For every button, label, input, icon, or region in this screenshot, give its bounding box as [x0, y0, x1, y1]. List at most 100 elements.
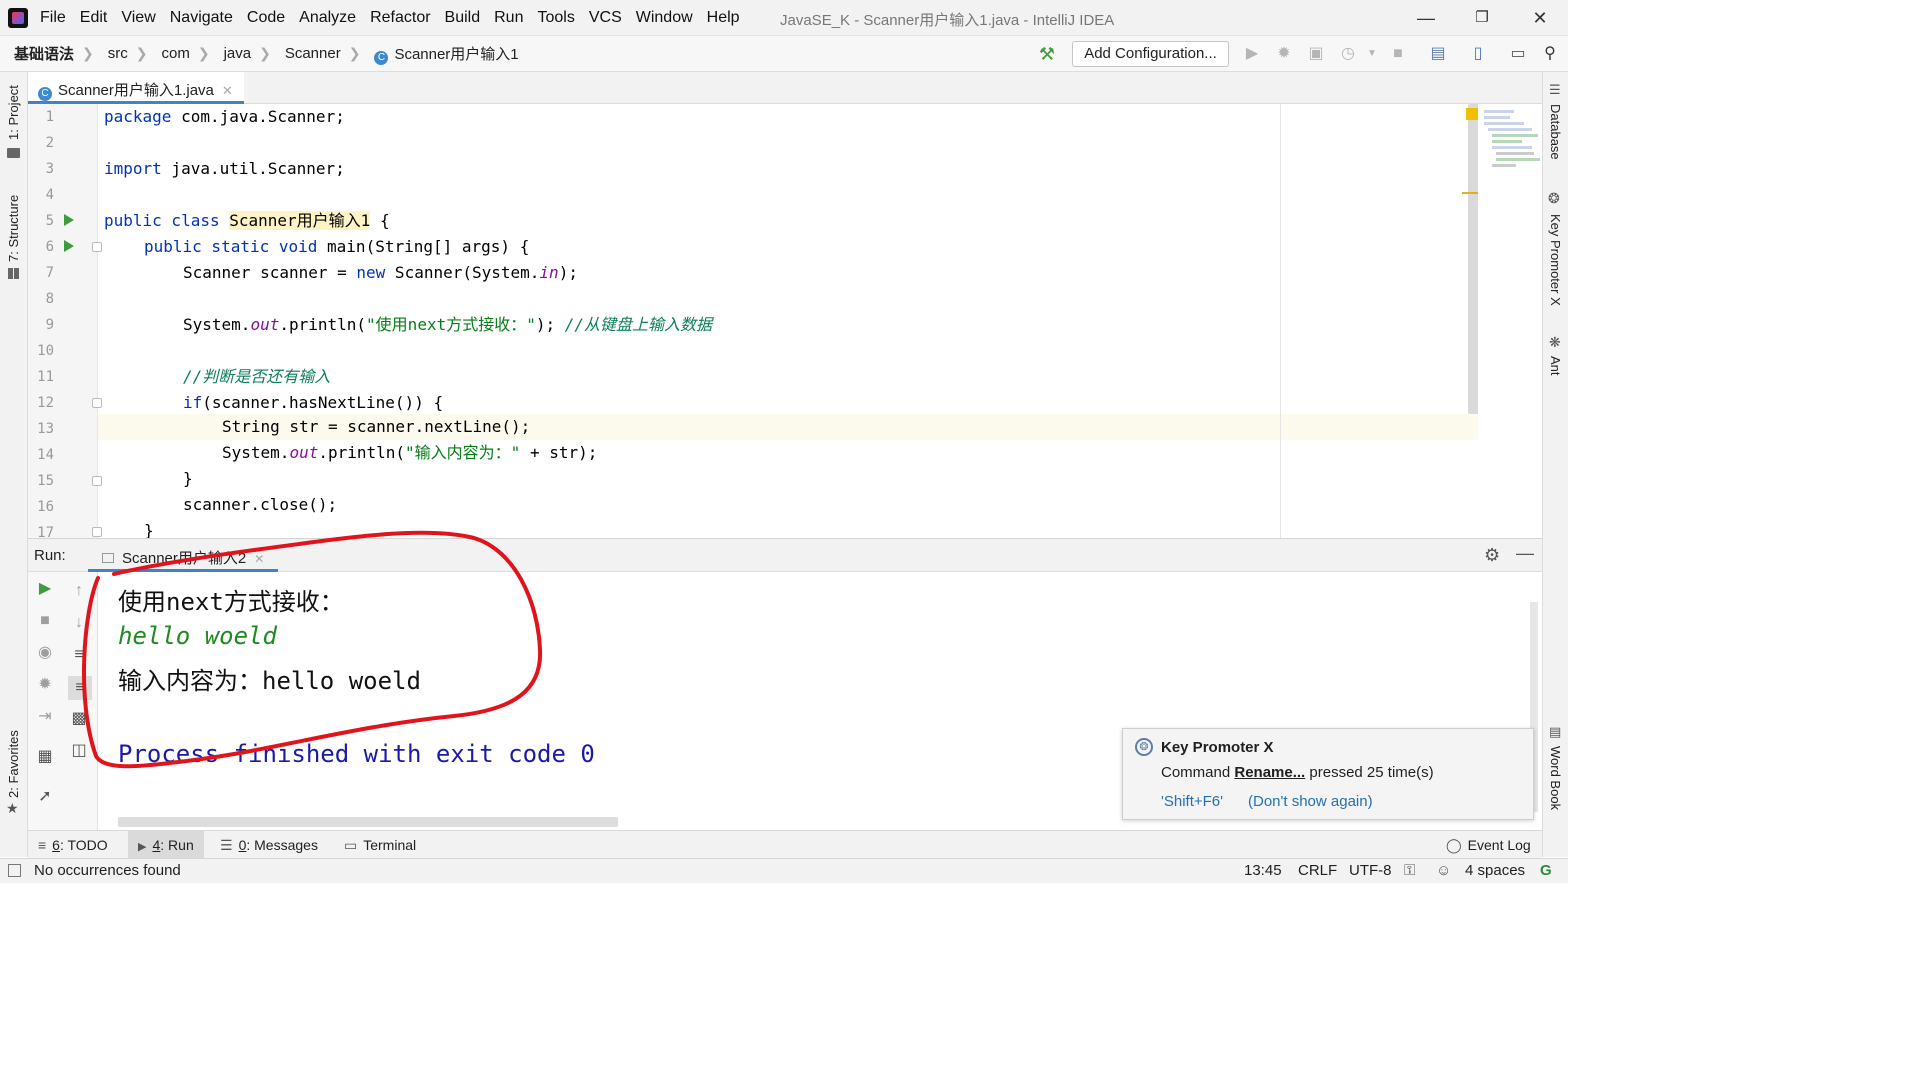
run-tab-scanner2[interactable]: Scanner用户输入2 ✕	[88, 539, 279, 572]
menu-edit[interactable]: Edit	[80, 9, 108, 27]
terminal-window-icon[interactable]: ▭	[1508, 44, 1528, 64]
run-panel-header: Run: Scanner用户输入2 ✕ ⚙ —	[28, 538, 1542, 572]
event-log-tool-button[interactable]: ◯ Event Log	[1446, 831, 1541, 859]
word-book-tool-button[interactable]: Word Book	[1548, 746, 1563, 810]
menu-navigate[interactable]: Navigate	[170, 9, 233, 27]
close-icon[interactable]: ✕	[1526, 6, 1554, 30]
translate-icon[interactable]: ▯	[1468, 44, 1488, 64]
run-icon[interactable]: ▶	[1242, 44, 1262, 64]
line-separator[interactable]: CRLF	[1298, 862, 1337, 879]
line-number: 3	[45, 161, 54, 177]
hide-panel-icon[interactable]: —	[1516, 543, 1534, 564]
menu-file[interactable]: File	[40, 9, 66, 27]
key-promoter-notification: ❂ Key Promoter X Command Rename... press…	[1122, 728, 1534, 820]
ide-window: File Edit View Navigate Code Analyze Ref…	[0, 0, 1568, 883]
code-area[interactable]: package com.java.Scanner; import java.ut…	[104, 104, 1504, 538]
google-icon[interactable]: G	[1540, 862, 1552, 879]
class-name-highlight: Scanner用户输入1	[229, 211, 371, 230]
restore-icon[interactable]: ❐	[1468, 6, 1496, 30]
caret-position[interactable]: 13:45	[1244, 862, 1282, 879]
soft-wrap-icon[interactable]: ≡	[70, 646, 88, 664]
close-tab-icon[interactable]: ✕	[222, 83, 233, 98]
breadcrumb-scanner[interactable]: Scanner	[285, 45, 341, 62]
arrow-up-icon[interactable]: ↑	[70, 582, 88, 600]
stop-icon[interactable]: ■	[36, 612, 54, 630]
camera-icon[interactable]: ◉	[36, 644, 54, 662]
menu-build[interactable]: Build	[445, 9, 481, 27]
rename-command-link[interactable]: Rename...	[1234, 764, 1305, 781]
code-editor[interactable]: 1 2 3 4 5 6 7 8 9 10 11 12 13 14 15 16 1…	[28, 104, 1542, 538]
console-horizontal-scrollbar[interactable]	[118, 817, 618, 827]
dont-show-again-link[interactable]: (Don't show again)	[1248, 793, 1373, 810]
pin-icon[interactable]: ➚	[36, 788, 54, 806]
scroll-to-end-icon[interactable]: ≡	[68, 676, 92, 700]
minimize-icon[interactable]: —	[1412, 6, 1440, 30]
settings-cog-icon[interactable]: ✹	[36, 676, 54, 694]
layout-icon[interactable]: ▦	[36, 748, 54, 766]
editor-tab-scanner1[interactable]: C Scanner用户输入1.java ✕	[28, 72, 244, 104]
code-line: System.out.println("使用next方式接收："); //从键盘…	[183, 315, 713, 334]
menu-run[interactable]: Run	[494, 9, 523, 27]
coverage-icon[interactable]: ▣	[1306, 44, 1326, 64]
terminal-tool-button[interactable]: ▭ Terminal	[344, 831, 426, 859]
login-icon[interactable]: ⇥	[36, 708, 54, 726]
structure-tool-button[interactable]: 7: Structure	[6, 195, 21, 262]
trash-icon[interactable]: ◫	[70, 742, 88, 760]
line-number: 5	[45, 213, 54, 229]
breadcrumb-class[interactable]: C Scanner用户输入1	[374, 43, 519, 65]
fold-icon[interactable]	[92, 527, 102, 537]
key-promoter-tool-button[interactable]: Key Promoter X	[1548, 214, 1563, 306]
rerun-icon[interactable]: ▶	[36, 580, 54, 598]
inspector-icon[interactable]: ☺	[1436, 862, 1451, 879]
indent-setting[interactable]: 4 spaces	[1465, 862, 1525, 879]
project-tool-button[interactable]: 1: Project	[6, 85, 21, 140]
print-icon[interactable]: ▩	[70, 710, 88, 728]
add-configuration-button[interactable]: Add Configuration...	[1072, 41, 1229, 67]
profiler-icon[interactable]: ◷	[1338, 44, 1358, 64]
favorites-tool-button[interactable]: 2: Favorites	[6, 730, 21, 798]
menu-vcs[interactable]: VCS	[589, 9, 622, 27]
database-icon: ☰	[1549, 82, 1561, 97]
file-encoding[interactable]: UTF-8	[1349, 862, 1392, 879]
database-tool-button[interactable]: Database	[1548, 104, 1563, 160]
status-toggle-icon[interactable]	[8, 864, 21, 877]
left-tool-strip: 1: Project 7: Structure 2: Favorites ★	[0, 72, 28, 857]
fold-icon[interactable]	[92, 398, 102, 408]
menu-tools[interactable]: Tools	[537, 9, 574, 27]
menu-code[interactable]: Code	[247, 9, 285, 27]
close-tab-icon[interactable]: ✕	[254, 552, 264, 566]
menu-analyze[interactable]: Analyze	[299, 9, 356, 27]
ant-tool-button[interactable]: Ant	[1548, 356, 1563, 376]
chevron-right-icon: ❯	[135, 45, 148, 61]
messages-tool-button[interactable]: ☰ 0: Messages	[220, 831, 328, 859]
menu-window[interactable]: Window	[636, 9, 693, 27]
run-main-gutter-icon[interactable]	[64, 240, 74, 252]
fold-icon[interactable]	[92, 242, 102, 252]
run-class-gutter-icon[interactable]	[64, 214, 74, 226]
menu-view[interactable]: View	[121, 9, 155, 27]
todo-tool-button[interactable]: ≡ 6: TODO	[38, 831, 118, 859]
run-tool-button[interactable]: ▶ 4: Run	[128, 831, 204, 859]
breadcrumb-module[interactable]: 基础语法	[14, 43, 74, 64]
lock-icon[interactable]: ⚿	[1404, 862, 1415, 879]
build-hammer-icon[interactable]: ⚒	[1037, 44, 1057, 64]
menu-refactor[interactable]: Refactor	[370, 9, 430, 27]
code-line: System.out.println("输入内容为：" + str);	[222, 443, 598, 462]
menu-help[interactable]: Help	[707, 9, 740, 27]
debug-bug-icon[interactable]: ✹	[1274, 44, 1294, 64]
breadcrumb-java[interactable]: java	[224, 45, 252, 62]
editor-gutter: 1 2 3 4 5 6 7 8 9 10 11 12 13 14 15 16 1…	[28, 104, 102, 538]
fold-icon[interactable]	[92, 476, 102, 486]
chevron-down-icon[interactable]: ▼	[1362, 44, 1382, 64]
run-panel-toolbar: ▶ ■ ◉ ✹ ⇥ ▦ ➚ ↑ ↓ ≡ ≡ ▩ ◫	[28, 572, 98, 830]
gear-icon[interactable]: ⚙	[1484, 545, 1500, 566]
stop-icon[interactable]: ■	[1388, 44, 1408, 64]
code-line: public static void main(String[] args) {	[144, 237, 530, 256]
code-minimap[interactable]	[1462, 104, 1540, 538]
arrow-down-icon[interactable]: ↓	[70, 614, 88, 632]
search-icon[interactable]: ⚲	[1540, 44, 1560, 64]
breadcrumb-com[interactable]: com	[161, 45, 189, 62]
project-structure-icon[interactable]: ▤	[1428, 44, 1448, 64]
inspection-warning-icon[interactable]	[1466, 108, 1478, 120]
breadcrumb-src[interactable]: src	[108, 45, 128, 62]
